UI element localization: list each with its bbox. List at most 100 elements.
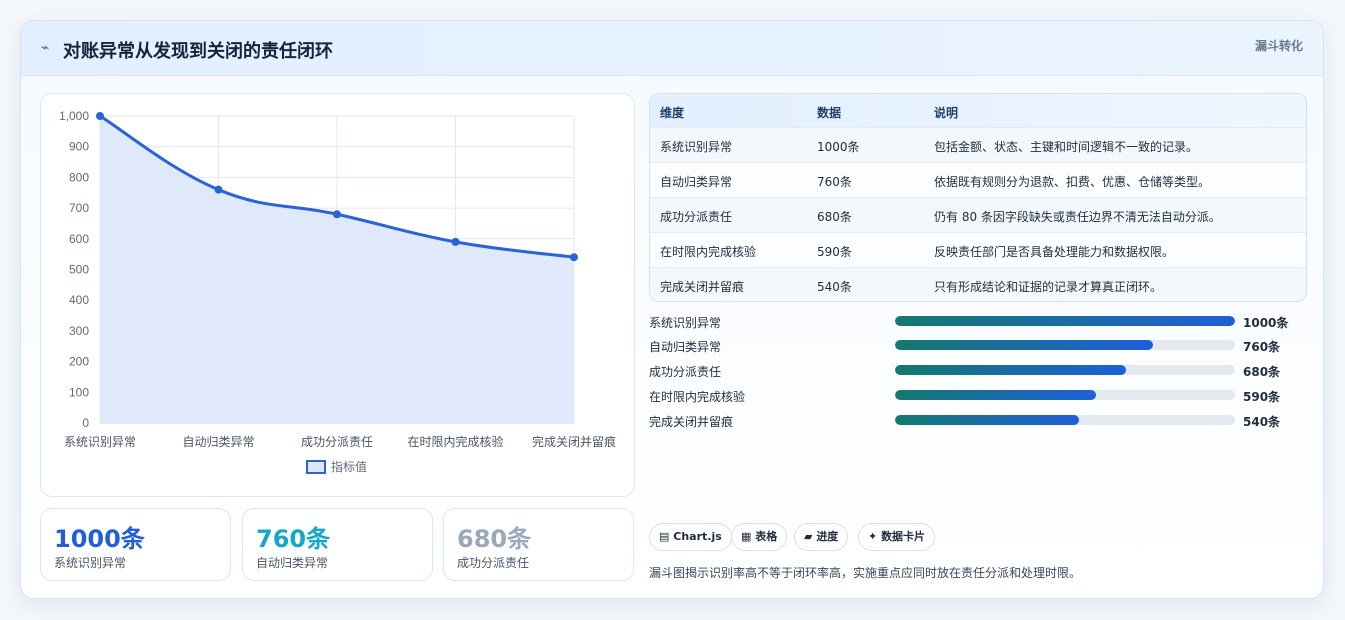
main-card: ⌁ 对账异常从发现到关闭的责任闭环 漏斗转化 0 100 200 300 400 500 6… bbox=[20, 20, 1324, 599]
progress-label: 成功分派责任 bbox=[649, 365, 722, 379]
table-cell: 包括金额、状态、主键和时间逻辑不一致的记录。 bbox=[934, 140, 1199, 154]
y-tick-label: 0 bbox=[82, 416, 89, 430]
chip-table[interactable]: ▦ 表格 bbox=[731, 523, 788, 551]
progress-track bbox=[895, 415, 1235, 425]
zigzag-icon: ⌁ bbox=[41, 40, 50, 56]
progress-label: 在时限内完成核验 bbox=[649, 390, 746, 404]
y-tick-label: 700 bbox=[69, 201, 89, 215]
table-cell: 完成关闭并留痕 bbox=[660, 280, 745, 294]
chart-panel: 0 100 200 300 400 500 600 700 800 900 1,000 系统识别异常 自… bbox=[40, 93, 635, 497]
card-header: ⌁ 对账异常从发现到关闭的责任闭环 漏斗转化 bbox=[21, 21, 1323, 76]
table-cell: 680条 bbox=[817, 210, 852, 224]
y-tick-label: 400 bbox=[69, 293, 89, 307]
chart-icon: ▤ bbox=[659, 530, 670, 543]
chip-data-card[interactable]: ✦ 数据卡片 bbox=[858, 523, 936, 551]
progress-value: 760条 bbox=[1243, 340, 1281, 354]
x-tick-label: 成功分派责任 bbox=[301, 435, 373, 449]
footnote: 漏斗图揭示识别率高不等于闭环率高，实施重点应同时放在责任分派和处理时限。 bbox=[649, 566, 1082, 580]
x-tick-label: 完成关闭并留痕 bbox=[532, 434, 616, 449]
data-point bbox=[96, 112, 104, 120]
progress-row: 完成关闭并留痕 540条 bbox=[649, 411, 1309, 431]
table-cell: 760条 bbox=[817, 175, 852, 189]
progress-track bbox=[895, 390, 1235, 400]
stat-card-3: 680条 成功分派责任 bbox=[443, 508, 634, 581]
table-cell: 在时限内完成核验 bbox=[660, 245, 757, 259]
table-cell: 成功分派责任 bbox=[660, 210, 733, 224]
x-tick-label: 自动归类异常 bbox=[182, 435, 254, 449]
table-row: 系统识别异常 1000条 包括金额、状态、主键和时间逻辑不一致的记录。 bbox=[650, 127, 1306, 162]
table-cell: 自动归类异常 bbox=[660, 175, 733, 189]
progress-track bbox=[895, 340, 1235, 350]
progress-row: 自动归类异常 760条 bbox=[649, 336, 1309, 356]
progress-label: 完成关闭并留痕 bbox=[649, 415, 734, 429]
table-header-cell: 数据 bbox=[817, 106, 842, 120]
table-cell: 仍有 80 条因字段缺失或责任边界不清无法自动分派。 bbox=[934, 210, 1221, 224]
y-tick-label: 900 bbox=[69, 140, 89, 154]
table-header-cell: 维度 bbox=[660, 106, 685, 120]
x-tick-label: 在时限内完成核验 bbox=[407, 434, 503, 449]
progress-row: 在时限内完成核验 590条 bbox=[649, 386, 1309, 406]
progress-label: 系统识别异常 bbox=[649, 316, 722, 330]
stat-value: 760条 bbox=[256, 525, 331, 553]
table-row: 成功分派责任 680条 仍有 80 条因字段缺失或责任边界不清无法自动分派。 bbox=[650, 197, 1306, 232]
chip-progress[interactable]: ▰ 进度 bbox=[794, 523, 849, 551]
table-cell: 依据既有规则分为退款、扣费、优惠、仓储等类型。 bbox=[934, 175, 1211, 189]
progress-fill bbox=[895, 316, 1235, 326]
x-tick-label: 系统识别异常 bbox=[64, 435, 136, 449]
progress-row: 系统识别异常 1000条 bbox=[649, 312, 1309, 332]
y-tick-label: 1,000 bbox=[59, 109, 89, 123]
data-table: 维度 数据 说明 系统识别异常 1000条 包括金额、状态、主键和时间逻辑不一致… bbox=[649, 93, 1307, 302]
table-cell: 反映责任部门是否具备处理能力和数据权限。 bbox=[934, 245, 1175, 259]
y-tick-label: 800 bbox=[69, 170, 89, 184]
table-cell: 系统识别异常 bbox=[660, 140, 733, 154]
table-cell: 590条 bbox=[817, 245, 852, 259]
table-icon: ▦ bbox=[741, 530, 752, 543]
progress-fill bbox=[895, 390, 1096, 400]
table-cell: 540条 bbox=[817, 280, 852, 294]
table-cell: 只有形成结论和证据的记录才算真正闭环。 bbox=[934, 280, 1163, 294]
progress-value: 540条 bbox=[1243, 415, 1281, 429]
chip-chartjs[interactable]: ▤ Chart.js bbox=[649, 523, 732, 551]
table-header-cell: 说明 bbox=[934, 106, 959, 120]
data-point bbox=[333, 210, 341, 219]
progress-track bbox=[895, 365, 1235, 375]
sparkle-icon: ✦ bbox=[868, 530, 878, 543]
stat-card-2: 760条 自动归类异常 bbox=[242, 508, 433, 581]
table-row: 在时限内完成核验 590条 反映责任部门是否具备处理能力和数据权限。 bbox=[650, 232, 1306, 267]
progress-fill bbox=[895, 365, 1127, 375]
progress-fill bbox=[895, 415, 1079, 425]
progress-value: 1000条 bbox=[1243, 316, 1289, 330]
progress-icon: ▰ bbox=[804, 530, 813, 543]
page-title: 对账异常从发现到关闭的责任闭环 bbox=[63, 41, 333, 62]
data-point bbox=[570, 253, 578, 262]
area-chart[interactable]: 0 100 200 300 400 500 600 700 800 900 1,000 系统识别异常 自… bbox=[41, 94, 636, 498]
chip-label: 数据卡片 bbox=[881, 530, 926, 543]
progress-value: 590条 bbox=[1243, 390, 1281, 404]
stat-value: 1000条 bbox=[54, 525, 145, 553]
y-tick-label: 100 bbox=[69, 385, 89, 399]
data-point bbox=[214, 185, 223, 194]
stat-card-1: 1000条 系统识别异常 bbox=[40, 508, 231, 581]
chart-type-badge: 漏斗转化 bbox=[1254, 39, 1303, 53]
progress-row: 成功分派责任 680条 bbox=[649, 361, 1309, 381]
y-tick-label: 500 bbox=[69, 263, 89, 277]
table-header: 维度 数据 说明 bbox=[650, 94, 1306, 127]
table-row: 完成关闭并留痕 540条 只有形成结论和证据的记录才算真正闭环。 bbox=[650, 267, 1306, 301]
y-tick-label: 200 bbox=[69, 355, 89, 369]
chip-label: Chart.js bbox=[673, 530, 722, 543]
y-tick-label: 300 bbox=[69, 324, 89, 338]
progress-track bbox=[895, 316, 1235, 326]
progress-fill bbox=[895, 340, 1154, 350]
stat-label: 自动归类异常 bbox=[256, 556, 329, 570]
data-point bbox=[451, 237, 460, 246]
progress-label: 自动归类异常 bbox=[649, 340, 722, 354]
chip-label: 进度 bbox=[816, 530, 839, 543]
legend-swatch bbox=[306, 460, 326, 474]
table-row: 自动归类异常 760条 依据既有规则分为退款、扣费、优惠、仓储等类型。 bbox=[650, 162, 1306, 197]
stat-value: 680条 bbox=[457, 525, 532, 553]
stat-label: 成功分派责任 bbox=[457, 556, 530, 570]
chip-label: 表格 bbox=[755, 530, 778, 543]
legend-label: 指标值 bbox=[331, 459, 367, 474]
stat-label: 系统识别异常 bbox=[54, 556, 127, 570]
y-tick-label: 600 bbox=[69, 232, 89, 246]
